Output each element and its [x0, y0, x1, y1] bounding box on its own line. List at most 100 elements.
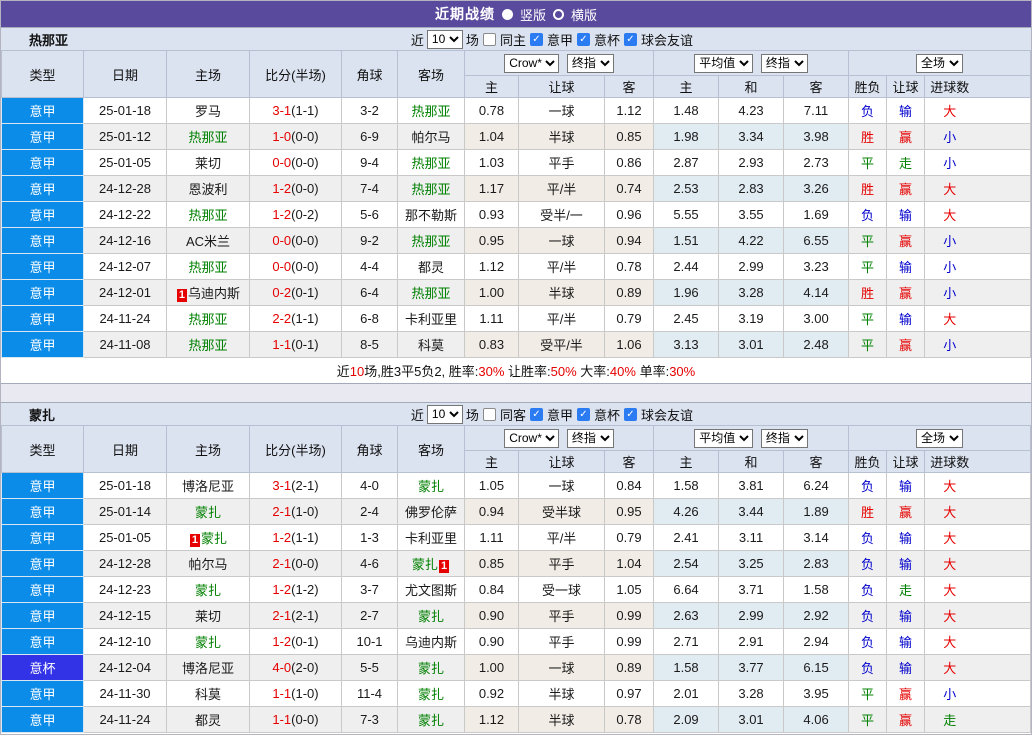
table-row: 意甲 24-11-24 热那亚 2-2(1-1) 6-8 卡利亚里 1.11 平/半 0.79 2… [1, 305, 1031, 332]
average-odds-cell: 3.34 [718, 123, 785, 150]
stage-select[interactable]: 终指 [566, 428, 614, 448]
handicap-odds-cell: 0.95 [464, 227, 519, 254]
radio-horizontal-label[interactable]: 横版 [571, 5, 597, 24]
radio-vertical-selected-icon[interactable] [501, 8, 513, 20]
handicap-odds-cell: 平手 [518, 550, 605, 577]
date-cell: 24-12-22 [83, 201, 167, 228]
league-type-cell: 意甲 [1, 602, 84, 629]
fulltime-score: 1-1 [272, 712, 292, 727]
scope-select[interactable]: 全场 [916, 53, 964, 73]
handicap-odds-cell: 1.12 [603, 97, 655, 124]
result-cell: 小 [924, 149, 975, 176]
filter-checkbox-coppa[interactable] [576, 407, 590, 421]
fulltime-score: 4-0 [272, 660, 292, 675]
average-odds-cell: 3.55 [718, 201, 785, 228]
result-cell: 小 [924, 680, 975, 707]
average-odds-cell: 3.23 [783, 253, 850, 280]
average-select[interactable]: 平均值 [694, 53, 754, 73]
average-odds-cell: 1.48 [653, 97, 720, 124]
average-odds-cell: 2.48 [783, 331, 850, 358]
same-venue-checkbox[interactable] [482, 32, 496, 46]
column-header-handicap-result: 让球 [886, 75, 926, 98]
average-odds-cell: 3.26 [783, 175, 850, 202]
column-header-date: 日期 [83, 50, 167, 98]
fulltime-score: 0-0 [272, 233, 292, 248]
fulltime-score: 2-1 [272, 556, 292, 571]
recent-count-select[interactable]: 10 [426, 404, 463, 424]
bookmaker-select[interactable]: Crow* [504, 53, 560, 73]
handicap-odds-cell: 一球 [518, 654, 605, 681]
average-odds-cell: 1.51 [653, 227, 720, 254]
corner-cell: 3-7 [341, 576, 398, 603]
handicap-odds-cell: 1.04 [603, 550, 655, 577]
handicap-odds-group: Crow* 终指 [463, 50, 655, 76]
recent-count-select[interactable]: 10 [426, 29, 463, 49]
filter-checkbox-serie-a[interactable] [529, 407, 543, 421]
away-team-cell: 尤文图斯 [397, 576, 465, 603]
handicap-odds-cell: 1.05 [464, 472, 519, 499]
away-team-cell: 热那亚 [397, 175, 465, 202]
average-odds-cell: 3.44 [718, 498, 785, 525]
away-team-cell: 蒙扎 [397, 706, 465, 733]
scope-select[interactable]: 全场 [916, 428, 964, 448]
average-odds-cell: 2.94 [783, 628, 850, 655]
avg-stage-select[interactable]: 终指 [760, 53, 808, 73]
result-cell: 平 [848, 706, 888, 733]
league-type-cell: 意甲 [1, 498, 84, 525]
average-odds-cell: 3.25 [718, 550, 785, 577]
team-name: 帕尔马 [411, 130, 451, 145]
table-row: 意杯 24-12-04 博洛尼亚 4-0(2-0) 5-5 蒙扎 1.00 一球 0.89 1.5… [1, 654, 1031, 681]
column-header-draw-avg: 和 [718, 75, 785, 98]
fulltime-score: 0-0 [272, 259, 292, 274]
date-cell: 24-11-08 [83, 331, 167, 358]
stage-select[interactable]: 终指 [566, 53, 614, 73]
filter-checkbox-coppa[interactable] [576, 32, 590, 46]
filter-checkbox-friendly[interactable] [623, 407, 637, 421]
fulltime-score: 0-2 [272, 285, 292, 300]
filler-cell [974, 305, 1031, 332]
column-header-goals: 进球数 [924, 450, 975, 473]
date-cell: 24-12-01 [83, 279, 167, 306]
same-venue-checkbox[interactable] [482, 407, 496, 421]
team-name: 罗马 [194, 104, 221, 119]
table-row: 意甲 24-12-28 恩波利 1-2(0-0) 7-4 热那亚 1.17 平/半 0.74 2.… [1, 175, 1031, 202]
handicap-odds-cell: 1.00 [464, 279, 519, 306]
corner-cell: 6-9 [341, 123, 398, 150]
average-odds-cell: 2.53 [653, 175, 720, 202]
average-odds-cell: 2.83 [718, 175, 785, 202]
table-row: 意甲 24-12-28 帕尔马 2-1(0-0) 4-6 蒙扎 1 0.85 平手 1.04 2.5… [1, 550, 1031, 577]
column-header-handicap: 让球 [518, 450, 605, 473]
score-cell: 0-2(0-1) [249, 279, 342, 306]
team-name: 蒙扎 [194, 635, 221, 650]
average-odds-cell: 3.81 [718, 472, 785, 499]
average-odds-cell: 2.93 [718, 149, 785, 176]
average-odds-cell: 5.55 [653, 201, 720, 228]
filler-cell [974, 331, 1031, 358]
date-cell: 25-01-05 [83, 149, 167, 176]
average-select[interactable]: 平均值 [694, 428, 754, 448]
section-team-name: 蒙扎 [29, 407, 56, 423]
home-team-cell: 蒙扎 [166, 498, 250, 525]
score-cell: 3-1(2-1) [249, 472, 342, 499]
filter-checkbox-serie-a[interactable] [529, 32, 543, 46]
date-cell: 25-01-18 [83, 97, 167, 124]
handicap-odds-cell: 0.78 [603, 253, 655, 280]
result-cell: 输 [886, 550, 926, 577]
halftime-score: (0-0) [291, 129, 319, 144]
result-cell: 平 [848, 149, 888, 176]
filter-checkbox-friendly[interactable] [623, 32, 637, 46]
home-team-cell: 博洛尼亚 [166, 654, 250, 681]
bookmaker-select[interactable]: Crow* [504, 428, 560, 448]
corner-cell: 6-4 [341, 279, 398, 306]
away-team-cell: 蒙扎 1 [397, 550, 465, 577]
halftime-score: (1-1) [291, 103, 319, 118]
handicap-odds-cell: 0.93 [464, 201, 519, 228]
avg-stage-select[interactable]: 终指 [760, 428, 808, 448]
radio-vertical-label[interactable]: 竖版 [520, 5, 546, 24]
radio-horizontal-icon[interactable] [553, 8, 564, 20]
handicap-odds-cell: 0.89 [603, 654, 655, 681]
corner-cell: 7-4 [341, 175, 398, 202]
league-type-cell: 意甲 [1, 524, 84, 551]
filler-cell [974, 576, 1031, 603]
filter-controls: 近 10 场 同主 意甲 意杯 球会友谊 [411, 29, 693, 49]
